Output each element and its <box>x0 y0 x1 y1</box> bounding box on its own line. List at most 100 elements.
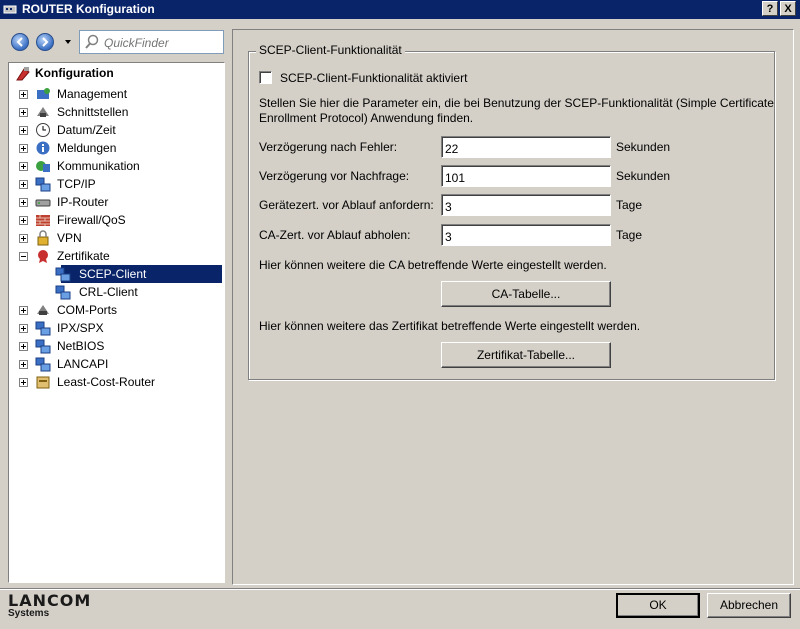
tree-item-meldungen[interactable]: Meldungen <box>9 139 224 157</box>
expand-icon[interactable] <box>19 198 28 207</box>
tree-item-lancapi[interactable]: LANCAPI <box>9 355 224 373</box>
tree-item-tcp-ip[interactable]: TCP/IP <box>9 175 224 193</box>
tree-item-label: Meldungen <box>57 141 117 155</box>
expand-icon[interactable] <box>19 90 28 99</box>
tree-item-kommunikation[interactable]: Kommunikation <box>9 157 224 175</box>
tree-item-ipx-spx[interactable]: IPX/SPX <box>9 319 224 337</box>
tree-item-label: Least-Cost-Router <box>57 375 156 389</box>
tree-root-label: Konfiguration <box>35 66 114 80</box>
scep-enabled-checkbox[interactable] <box>259 71 272 84</box>
network-icon <box>35 177 51 192</box>
title-bar: ROUTER Konfiguration ? X <box>0 0 800 19</box>
tree-item-com-ports[interactable]: COM-Ports <box>9 301 224 319</box>
tree-item-label: Datum/Zeit <box>57 123 116 137</box>
tree-item-schnittstellen[interactable]: Schnittstellen <box>9 103 224 121</box>
tree-item-ip-router[interactable]: IP-Router <box>9 193 224 211</box>
comport-icon <box>37 305 49 315</box>
tree-item-label: Schnittstellen <box>57 105 129 119</box>
field-label: Verzögerung nach Fehler: <box>259 140 398 154</box>
tree-item-label: Kommunikation <box>57 159 140 173</box>
cert-table-button[interactable]: Zertifikat-Tabelle... <box>441 342 611 368</box>
cancel-button[interactable]: Abbrechen <box>707 593 791 618</box>
help-button[interactable]: ? <box>762 1 778 16</box>
group-title: SCEP-Client-Funktionalität <box>256 43 405 57</box>
tree-item-label: IP-Router <box>57 195 109 209</box>
tree-item-netbios[interactable]: NetBIOS <box>9 337 224 355</box>
cert-description: Hier können weitere das Zertifikat betre… <box>259 319 641 333</box>
window-title: ROUTER Konfiguration <box>22 2 155 16</box>
management-icon <box>37 88 50 99</box>
expand-icon[interactable] <box>19 234 28 243</box>
delay-after-error-field[interactable] <box>441 136 611 158</box>
network-icon <box>55 267 71 282</box>
device-cert-request-field[interactable] <box>441 194 611 216</box>
expand-icon[interactable] <box>19 324 28 333</box>
network-icon <box>55 285 71 300</box>
info-icon <box>36 141 50 155</box>
app-icon <box>3 5 17 14</box>
expand-icon[interactable] <box>19 306 28 315</box>
certificate-icon <box>38 250 48 263</box>
tree-item-label: Management <box>57 87 128 101</box>
expand-icon[interactable] <box>19 378 28 387</box>
tree-item-scep-client[interactable]: SCEP-Client <box>9 265 224 283</box>
router-icon <box>35 199 51 207</box>
forward-button[interactable] <box>36 33 54 51</box>
expand-icon[interactable] <box>19 360 28 369</box>
history-dropdown-icon[interactable] <box>65 40 71 44</box>
tree-item-label: COM-Ports <box>57 303 117 317</box>
delay-before-request-field[interactable] <box>441 165 611 187</box>
expand-icon[interactable] <box>19 180 28 189</box>
ca-cert-fetch-field[interactable] <box>441 224 611 246</box>
field-label: Verzögerung vor Nachfrage: <box>259 169 410 183</box>
field-unit: Tage <box>616 198 643 212</box>
firewall-icon <box>36 215 50 226</box>
field-label: Gerätezert. vor Ablauf anfordern: <box>259 198 434 212</box>
field-label: CA-Zert. vor Ablauf abholen: <box>259 228 411 242</box>
tree-item-label: CRL-Client <box>79 285 138 299</box>
expand-icon[interactable] <box>19 126 28 135</box>
expand-icon[interactable] <box>19 108 28 117</box>
ca-description: Hier können weitere die CA betreffende W… <box>259 258 607 272</box>
tree-item-label: NetBIOS <box>57 339 105 353</box>
arrow-right-icon <box>42 37 49 47</box>
tree-item-label: TCP/IP <box>57 177 96 191</box>
back-button[interactable] <box>11 33 29 51</box>
field-unit: Sekunden <box>616 169 671 183</box>
navigation-bar <box>8 30 225 56</box>
communication-icon <box>36 161 50 172</box>
tree-item-zertifikate[interactable]: Zertifikate <box>9 247 224 265</box>
collapse-icon[interactable] <box>19 252 28 261</box>
field-unit: Sekunden <box>616 140 671 154</box>
network-icon <box>35 357 51 372</box>
config-tree: Konfiguration Management Schnittstellen Da… <box>8 62 225 583</box>
search-icon <box>85 34 99 49</box>
tree-item-vpn[interactable]: VPN <box>9 229 224 247</box>
close-button[interactable]: X <box>780 1 796 16</box>
quickfinder-input[interactable] <box>102 34 224 52</box>
tree-item-label: VPN <box>57 231 82 245</box>
network-icon <box>35 321 51 336</box>
tree-item-label: Zertifikate <box>57 249 110 263</box>
tree-item-least-cost-router[interactable]: Least-Cost-Router <box>9 373 224 391</box>
clock-icon <box>36 123 50 137</box>
tree-item-label: Firewall/QoS <box>57 213 126 227</box>
lancom-logo: LANCOM Systems <box>8 591 91 619</box>
arrow-left-icon <box>16 37 23 47</box>
expand-icon[interactable] <box>19 144 28 153</box>
expand-icon[interactable] <box>19 216 28 225</box>
network-icon <box>35 339 51 354</box>
interfaces-icon <box>37 107 49 117</box>
field-unit: Tage <box>616 228 643 242</box>
tree-item-firewall-qos[interactable]: Firewall/QoS <box>9 211 224 229</box>
tree-item-datum-zeit[interactable]: Datum/Zeit <box>9 121 224 139</box>
ca-table-button[interactable]: CA-Tabelle... <box>441 281 611 307</box>
tree-item-label: IPX/SPX <box>57 321 104 335</box>
lcr-icon <box>36 376 50 389</box>
ok-button[interactable]: OK <box>616 593 700 618</box>
tree-item-crl-client[interactable]: CRL-Client <box>9 283 224 301</box>
tree-item-management[interactable]: Management <box>9 85 224 103</box>
tree-item-label: SCEP-Client <box>77 267 149 281</box>
expand-icon[interactable] <box>19 342 28 351</box>
expand-icon[interactable] <box>19 162 28 171</box>
